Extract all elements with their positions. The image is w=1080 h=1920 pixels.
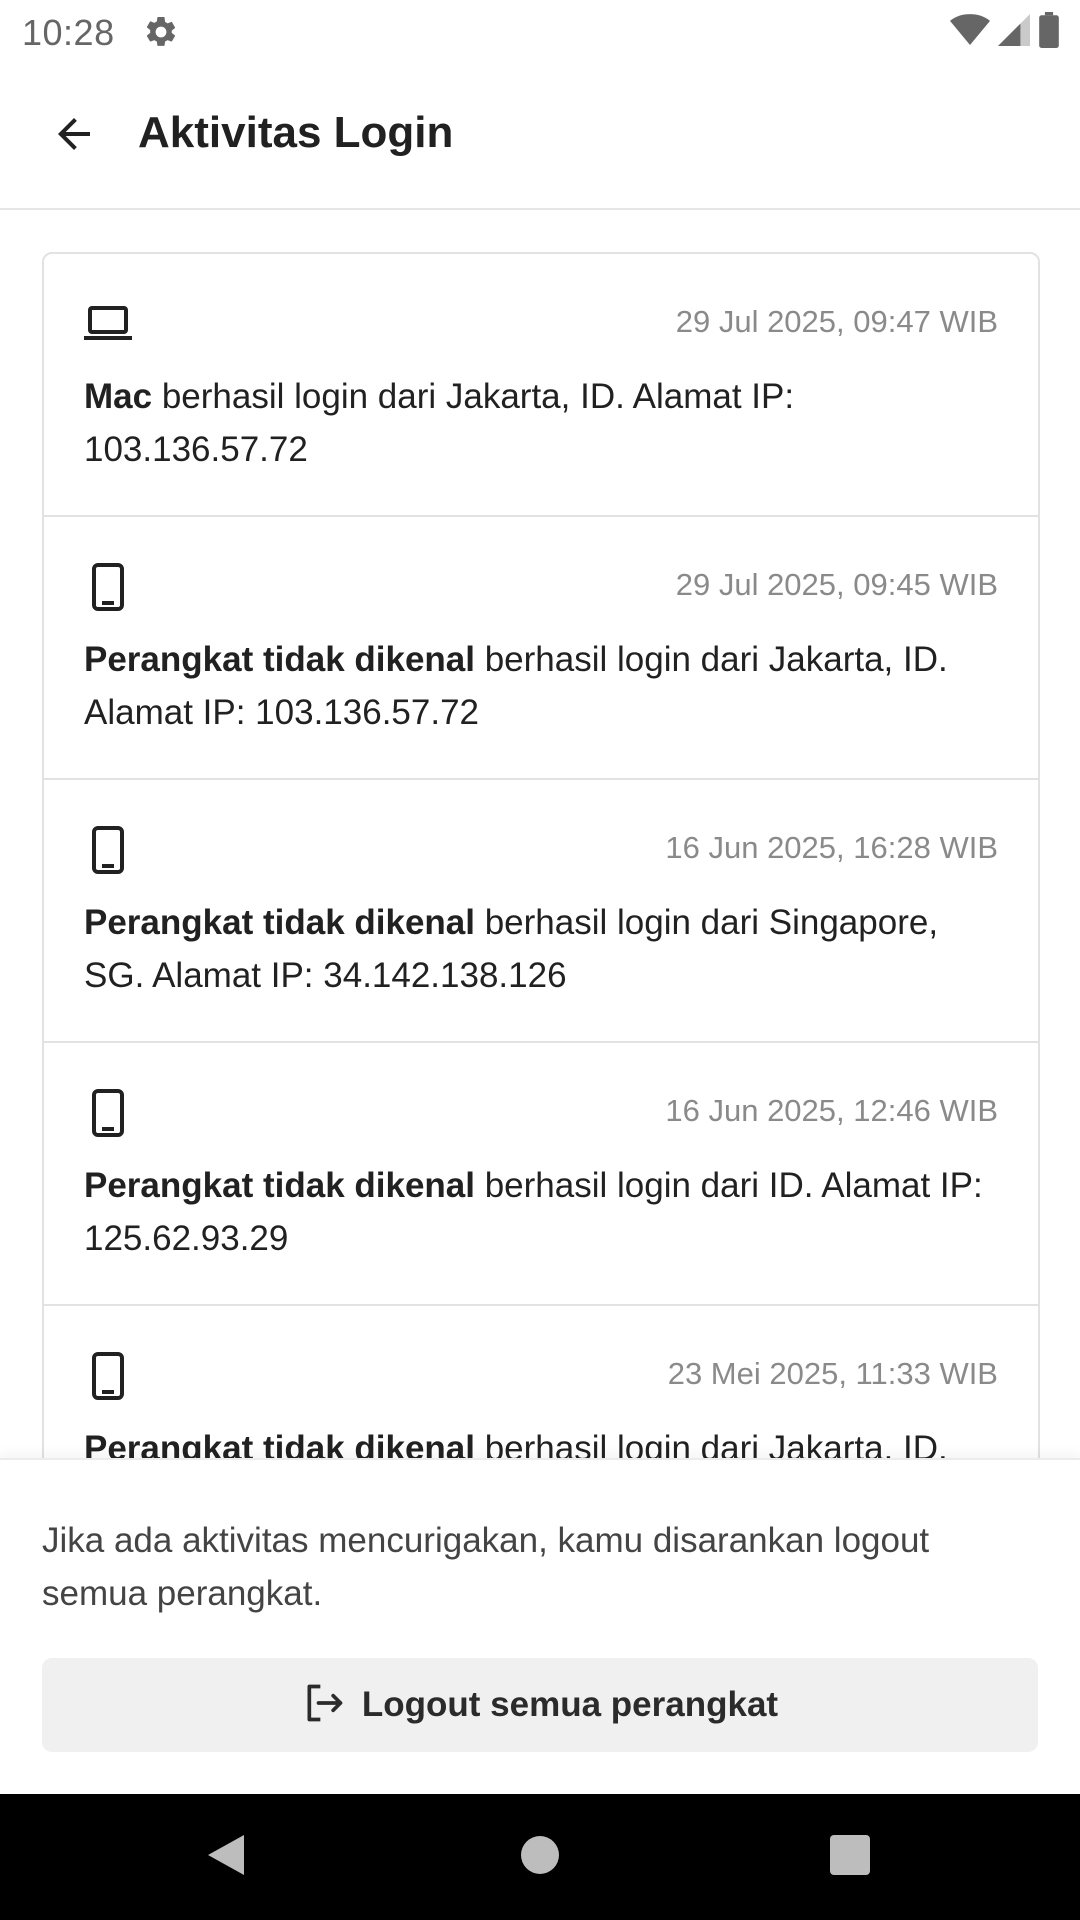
phone-icon	[84, 561, 132, 613]
login-time: 29 Jul 2025, 09:47 WIB	[675, 304, 998, 339]
suspicious-activity-warning: Jika ada aktivitas mencurigakan, kamu di…	[42, 1521, 930, 1613]
login-item: 16 Jun 2025, 12:46 WIB Perangkat tidak d…	[44, 1043, 1038, 1306]
device-name: Perangkat tidak dikenal	[84, 1166, 475, 1205]
battery-icon	[1038, 11, 1060, 53]
settings-gear-icon	[143, 14, 179, 50]
square-recents-icon	[830, 1834, 870, 1880]
circle-home-icon	[520, 1835, 560, 1880]
logout-all-devices-button[interactable]: Logout semua perangkat	[42, 1658, 1038, 1752]
wifi-icon	[950, 13, 990, 52]
login-description: Mac berhasil login dari Jakarta, ID. Ala…	[84, 370, 998, 476]
page-title: Aktivitas Login	[138, 108, 454, 157]
login-description: Perangkat tidak dikenal berhasil login d…	[84, 1159, 998, 1265]
login-item: 23 Mei 2025, 11:33 WIB Perangkat tidak d…	[44, 1306, 1038, 1458]
login-activity-list[interactable]: 29 Jul 2025, 09:47 WIB Mac berhasil logi…	[0, 210, 1080, 1458]
login-description: Perangkat tidak dikenal berhasil login d…	[84, 896, 998, 1002]
phone-icon	[84, 1087, 132, 1139]
nav-home-button[interactable]	[500, 1824, 580, 1890]
device-name: Perangkat tidak dikenal	[84, 903, 475, 942]
device-name: Perangkat tidak dikenal	[84, 640, 475, 679]
logout-button-label: Logout semua perangkat	[361, 1685, 779, 1724]
login-detail: berhasil login dari Jakarta, ID.	[474, 1429, 948, 1458]
triangle-back-icon	[206, 1833, 246, 1882]
status-icons	[950, 11, 1060, 53]
laptop-icon	[84, 298, 132, 350]
login-detail: berhasil login dari Jakarta, ID. Alamat …	[84, 377, 795, 469]
status-time: 10:28	[22, 12, 115, 53]
system-nav-bar	[0, 1794, 1080, 1920]
login-time: 23 Mei 2025, 11:33 WIB	[667, 1356, 998, 1391]
login-item: 16 Jun 2025, 16:28 WIB Perangkat tidak d…	[44, 780, 1038, 1043]
logout-icon	[302, 1681, 346, 1730]
login-time: 16 Jun 2025, 12:46 WIB	[665, 1093, 998, 1128]
login-activity-card: 29 Jul 2025, 09:47 WIB Mac berhasil logi…	[42, 252, 1040, 1458]
app-bar: Aktivitas Login	[0, 64, 1080, 210]
login-time: 16 Jun 2025, 16:28 WIB	[665, 830, 998, 865]
arrow-back-icon	[50, 110, 98, 163]
device-name: Perangkat tidak dikenal	[84, 1429, 475, 1458]
login-description: Perangkat tidak dikenal berhasil login d…	[84, 1422, 998, 1458]
nav-recents-button[interactable]	[810, 1824, 890, 1890]
phone-icon	[84, 1350, 132, 1402]
login-item: 29 Jul 2025, 09:45 WIB Perangkat tidak d…	[44, 517, 1038, 780]
cellular-signal-icon	[998, 13, 1030, 52]
nav-back-button[interactable]	[186, 1824, 266, 1890]
back-button[interactable]	[34, 102, 114, 170]
login-description: Perangkat tidak dikenal berhasil login d…	[84, 633, 998, 739]
status-bar: 10:28	[0, 0, 1080, 64]
login-item: 29 Jul 2025, 09:47 WIB Mac berhasil logi…	[44, 254, 1038, 517]
phone-icon	[84, 824, 132, 876]
bottom-panel: Jika ada aktivitas mencurigakan, kamu di…	[0, 1458, 1080, 1796]
login-time: 29 Jul 2025, 09:45 WIB	[675, 567, 998, 602]
device-name: Mac	[84, 377, 153, 416]
